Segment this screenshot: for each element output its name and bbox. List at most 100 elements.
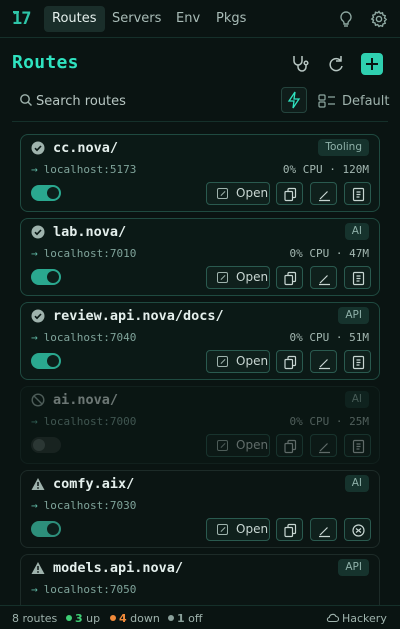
check-circle-icon bbox=[31, 225, 45, 239]
edit-button[interactable] bbox=[310, 350, 337, 373]
edit-button[interactable] bbox=[310, 182, 337, 205]
check-circle-icon bbox=[31, 141, 45, 155]
sort-label: Default bbox=[342, 93, 390, 109]
sort-dropdown[interactable]: Default bbox=[318, 90, 390, 112]
edit-button[interactable] bbox=[310, 518, 337, 541]
restart-button[interactable] bbox=[344, 518, 371, 541]
document-icon bbox=[352, 187, 365, 202]
user-badge[interactable]: Hackery bbox=[326, 612, 387, 625]
route-toggle[interactable] bbox=[31, 521, 61, 537]
route-card: comfy.aix/ AI → localhost:7030 Open bbox=[20, 470, 380, 548]
route-target: localhost:7030 bbox=[43, 499, 137, 512]
status-bar: 8 routes 3 up 4 down 1 off Hackery bbox=[0, 605, 400, 629]
route-name[interactable]: cc.nova/ bbox=[53, 140, 118, 156]
logs-button[interactable] bbox=[344, 350, 371, 373]
warning-icon bbox=[31, 478, 45, 490]
copy-icon bbox=[284, 187, 297, 202]
copy-icon bbox=[284, 523, 297, 538]
layout-icon bbox=[318, 94, 335, 108]
tab-env[interactable]: Env bbox=[168, 6, 208, 32]
route-toggle[interactable] bbox=[31, 185, 61, 201]
page-title: Routes bbox=[12, 52, 79, 73]
gear-icon[interactable] bbox=[369, 9, 389, 29]
copy-button[interactable] bbox=[276, 182, 303, 205]
edit-button[interactable] bbox=[310, 266, 337, 289]
cycle-icon bbox=[352, 524, 365, 537]
warning-icon bbox=[31, 562, 45, 574]
down-dot-icon bbox=[110, 615, 116, 621]
route-name[interactable]: comfy.aix/ bbox=[53, 476, 134, 492]
route-stats: 0% CPU · 47M bbox=[289, 247, 369, 260]
arrow-right-icon: → bbox=[31, 499, 38, 512]
route-target: localhost:7000 bbox=[43, 415, 137, 428]
route-toggle[interactable] bbox=[31, 353, 61, 369]
pencil-icon bbox=[319, 527, 330, 538]
pencil-icon bbox=[319, 443, 330, 454]
route-card: lab.nova/ AI → localhost:7010 0% CPU · 47… bbox=[20, 218, 380, 296]
route-name[interactable]: review.api.nova/docs/ bbox=[53, 308, 224, 324]
copy-icon bbox=[284, 439, 297, 454]
off-dot-icon bbox=[168, 615, 174, 621]
open-button[interactable]: Open bbox=[206, 182, 270, 205]
bolt-icon bbox=[287, 91, 301, 109]
refresh-icon[interactable] bbox=[325, 53, 347, 75]
disabled-icon bbox=[31, 393, 45, 407]
edit-button[interactable] bbox=[310, 434, 337, 457]
search-input[interactable] bbox=[36, 90, 266, 112]
document-icon bbox=[352, 355, 365, 370]
copy-button[interactable] bbox=[276, 434, 303, 457]
route-target: localhost:7010 bbox=[43, 247, 137, 260]
quick-actions-button[interactable] bbox=[281, 87, 307, 113]
arrow-right-icon: → bbox=[31, 163, 38, 176]
logs-button[interactable] bbox=[344, 434, 371, 457]
document-icon bbox=[352, 271, 365, 286]
route-name[interactable]: models.api.nova/ bbox=[53, 560, 183, 576]
external-link-icon bbox=[217, 440, 228, 451]
logs-button[interactable] bbox=[344, 182, 371, 205]
tab-servers[interactable]: Servers bbox=[104, 6, 169, 32]
pencil-icon bbox=[319, 191, 330, 202]
routes-count: 8 routes bbox=[12, 612, 58, 625]
search-icon bbox=[19, 93, 33, 107]
tab-routes[interactable]: Routes bbox=[44, 6, 105, 32]
route-name[interactable]: ai.nova/ bbox=[53, 392, 118, 408]
copy-icon bbox=[284, 355, 297, 370]
open-button[interactable]: Open bbox=[206, 266, 270, 289]
route-toggle[interactable] bbox=[31, 269, 61, 285]
stethoscope-icon[interactable] bbox=[289, 53, 311, 75]
arrow-right-icon: → bbox=[31, 331, 38, 344]
route-target: localhost:7050 bbox=[43, 583, 137, 596]
open-button[interactable]: Open bbox=[206, 350, 270, 373]
cloud-icon bbox=[326, 613, 340, 623]
route-tag: AI bbox=[344, 391, 369, 408]
route-card: review.api.nova/docs/ API → localhost:704… bbox=[20, 302, 380, 380]
open-button[interactable]: Open bbox=[206, 434, 270, 457]
external-link-icon bbox=[217, 524, 228, 535]
route-tag: API bbox=[338, 559, 369, 576]
route-name[interactable]: lab.nova/ bbox=[53, 224, 126, 240]
divider bbox=[12, 121, 388, 122]
check-circle-icon bbox=[31, 309, 45, 323]
copy-button[interactable] bbox=[276, 350, 303, 373]
tab-pkgs[interactable]: Pkgs bbox=[208, 6, 254, 32]
route-tag: AI bbox=[344, 475, 369, 492]
pencil-icon bbox=[319, 275, 330, 286]
document-icon bbox=[352, 439, 365, 454]
arrow-right-icon: → bbox=[31, 583, 38, 596]
copy-button[interactable] bbox=[276, 518, 303, 541]
down-count: 4 down bbox=[110, 612, 160, 625]
logs-button[interactable] bbox=[344, 266, 371, 289]
open-button[interactable]: Open bbox=[206, 518, 270, 541]
route-stats: 0% CPU · 120M bbox=[282, 163, 369, 176]
route-stats: 0% CPU · 25M bbox=[289, 415, 369, 428]
route-tag: AI bbox=[344, 223, 369, 240]
up-count: 3 up bbox=[66, 612, 100, 625]
arrow-right-icon: → bbox=[31, 415, 38, 428]
add-route-button[interactable] bbox=[361, 53, 383, 75]
up-dot-icon bbox=[66, 615, 72, 621]
lightbulb-icon[interactable] bbox=[336, 9, 356, 29]
route-tag: API bbox=[338, 307, 369, 324]
arrow-right-icon: → bbox=[31, 247, 38, 260]
route-toggle[interactable] bbox=[31, 437, 61, 453]
copy-button[interactable] bbox=[276, 266, 303, 289]
